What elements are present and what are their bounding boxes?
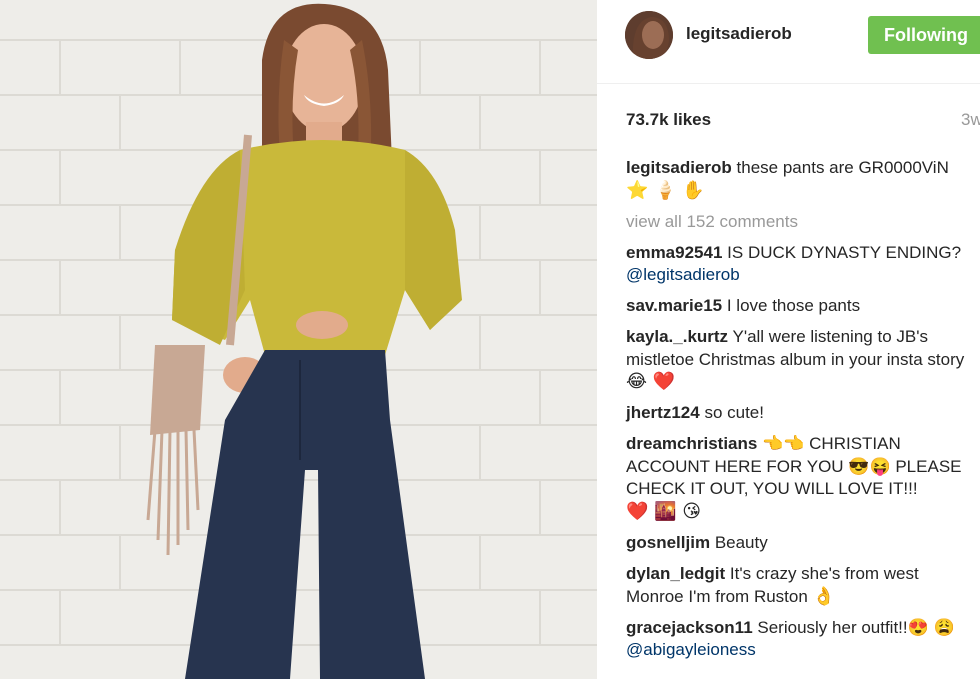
post-header: legitsadierob Following [597, 0, 980, 84]
comment-text: so cute! [704, 403, 764, 423]
comment-emoji: 👌 [812, 585, 835, 607]
comment-item: kayla._.kurtz Y'all were listening to JB… [626, 326, 976, 394]
caption-username[interactable]: legitsadierob [626, 158, 732, 177]
comment-mention[interactable]: @legitsadierob [626, 265, 740, 284]
comment-item: sav.marie15 I love those pants [626, 295, 976, 318]
avatar-image [625, 11, 673, 59]
following-button[interactable]: Following [868, 16, 980, 54]
comment-text: Seriously her outfit!!😍 😩 [757, 617, 955, 637]
comment-username[interactable]: gracejackson11 [626, 618, 753, 637]
comment-emoji: 😂 ❤️ [626, 371, 676, 393]
comment-item: gracejackson11 Seriously her outfit!!😍 😩… [626, 617, 976, 662]
post-time-ago: 3w [961, 110, 980, 129]
view-all-comments-link[interactable]: view all 152 comments [626, 211, 976, 234]
comment-username[interactable]: dylan_ledgit [626, 564, 725, 583]
comment-emoji: ❤️ 🌇 😘 [626, 501, 702, 523]
comment-username[interactable]: sav.marie15 [626, 296, 722, 315]
caption: legitsadierob these pants are GR0000ViN … [626, 157, 976, 202]
comment-username[interactable]: jhertz124 [626, 403, 700, 422]
caption-emoji: ⭐ 🍦 ✋ [626, 179, 705, 201]
post-details-panel: legitsadierob Following 73.7k likes 3w l… [597, 0, 980, 679]
comment-item: emma92541 IS DUCK DYNASTY ENDING? @legit… [626, 242, 976, 287]
comment-item: gosnelljim Beauty [626, 532, 976, 555]
comment-item: dreamchristians 👈👈 CHRISTIAN ACCOUNT HER… [626, 433, 976, 523]
comment-text: I love those pants [726, 296, 861, 316]
comment-username[interactable]: gosnelljim [626, 533, 710, 552]
post-photo-illustration [0, 0, 597, 679]
comments-list: legitsadierob these pants are GR0000ViN … [626, 157, 976, 670]
comment-username[interactable]: dreamchristians [626, 434, 757, 453]
comment-text: IS DUCK DYNASTY ENDING? [727, 242, 962, 262]
comment-mention[interactable]: @abigayleioness [626, 640, 756, 659]
comment-username[interactable]: emma92541 [626, 243, 722, 262]
comment-text: Beauty [714, 533, 768, 553]
post-username[interactable]: legitsadierob [686, 24, 792, 44]
caption-text: these pants are GR0000ViN [736, 158, 949, 177]
comment-item: dylan_ledgit It's crazy she's from west … [626, 563, 976, 608]
post-photo[interactable] [0, 0, 597, 679]
profile-avatar[interactable] [625, 11, 673, 59]
comment-item: jhertz124 so cute! [626, 402, 976, 425]
comment-username[interactable]: kayla._.kurtz [626, 327, 728, 346]
likes-count[interactable]: 73.7k likes [626, 110, 711, 130]
